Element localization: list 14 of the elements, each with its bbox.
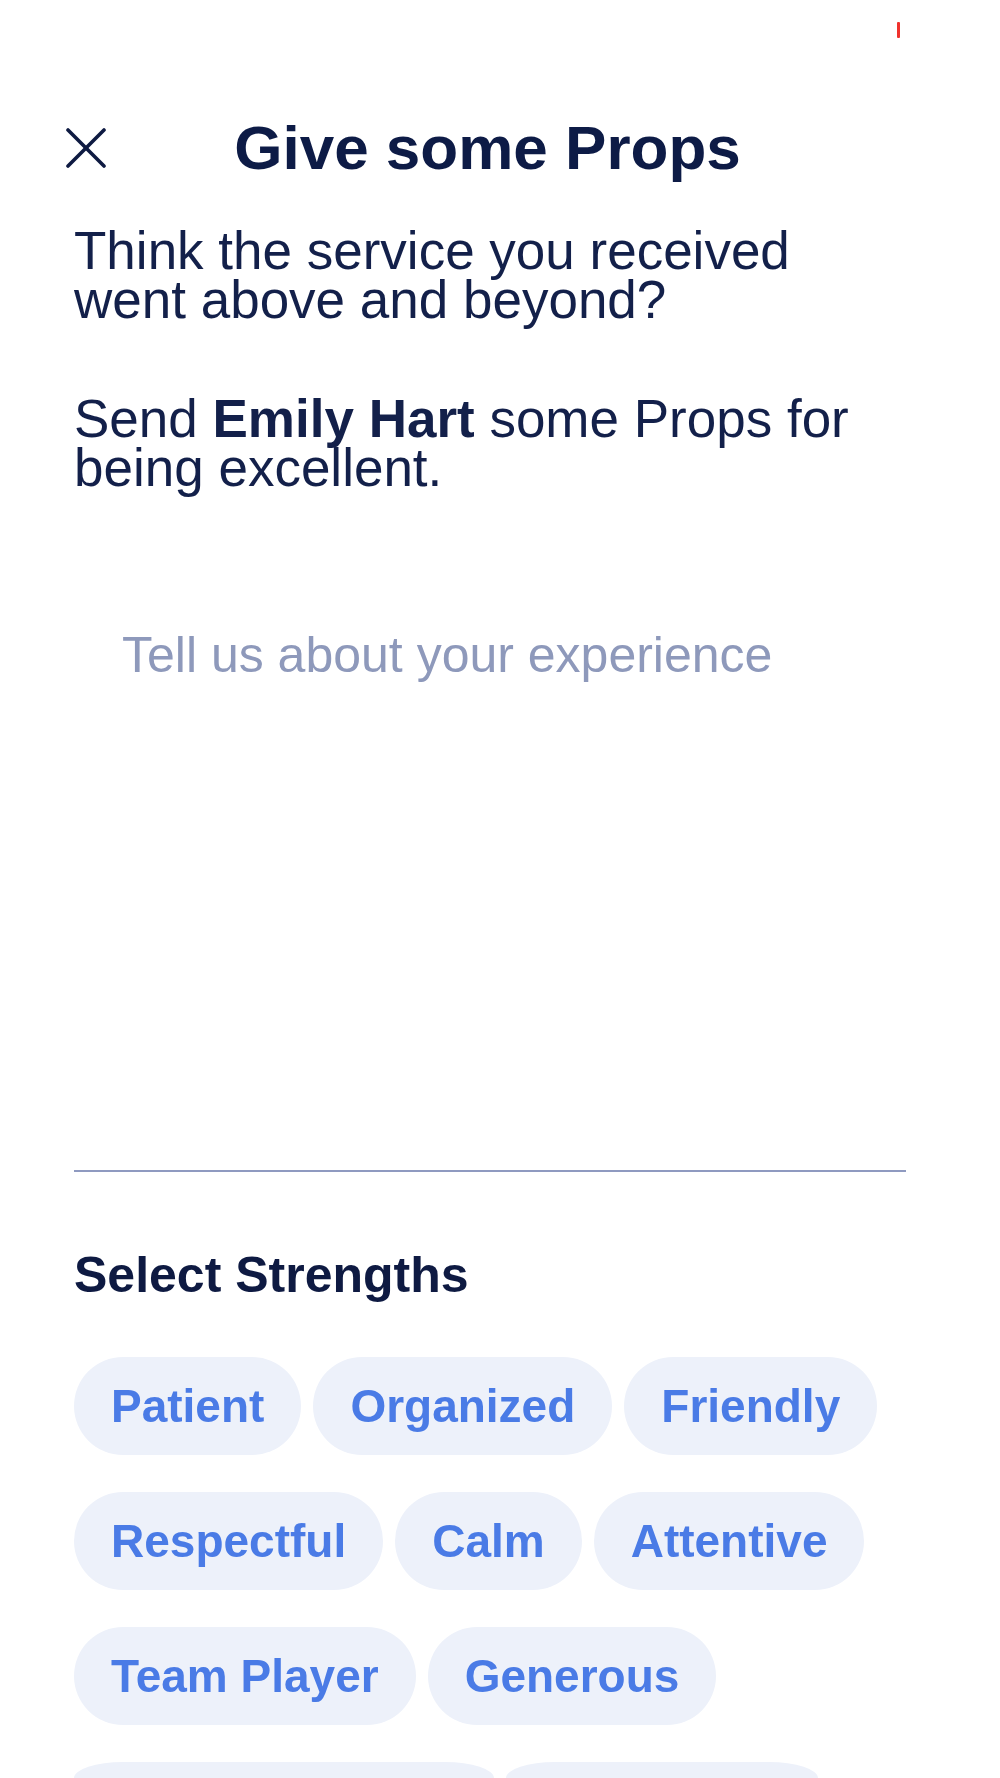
close-icon [66,128,106,168]
strength-tag[interactable]: Patient [74,1357,302,1455]
strength-tag[interactable]: Friendly [624,1357,878,1455]
strength-tag[interactable]: Respectful [74,1492,384,1590]
indicator-icon [897,22,900,38]
close-button[interactable] [66,128,106,168]
strength-tag[interactable]: Calm [395,1492,582,1590]
section-heading: Select Strengths [74,1246,470,1305]
strength-tag[interactable]: Generous [427,1627,717,1725]
strength-tag[interactable]: Attentive [593,1492,865,1590]
intro-text: Send Emily Hart some Props for being excellent. [74,388,850,499]
strength-tag[interactable]: Organized [313,1357,613,1455]
intro-text: Think the service you received went above and beyond? [74,220,791,331]
strength-tag[interactable]: Team Player [74,1627,416,1725]
